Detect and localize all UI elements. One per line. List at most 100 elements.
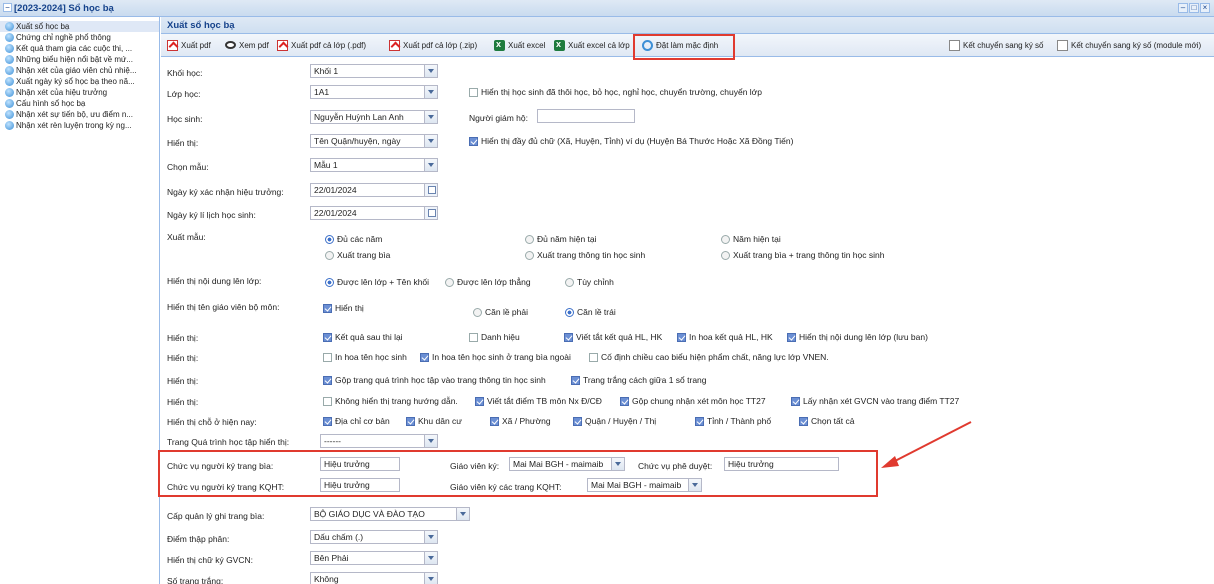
export-excel-class-button[interactable]: Xuất excel cả lớp <box>554 37 630 53</box>
display-select[interactable]: Tên Quận/huyện, ngày <box>310 134 438 148</box>
hide-guide-checkbox[interactable]: Không hiển thị trang hướng dẫn. <box>323 396 458 407</box>
chevron-down-icon[interactable] <box>688 479 701 491</box>
blank-page-checkbox[interactable]: Trang trắng cách giữa 1 sổ trang <box>571 375 707 386</box>
lop-select[interactable]: 1A1 <box>310 85 438 99</box>
addr-residential-checkbox[interactable]: Khu dân cư <box>406 416 462 427</box>
chevron-down-icon[interactable] <box>424 435 437 447</box>
radio-align-left[interactable]: Căn lề trái <box>565 307 616 318</box>
management-level-select[interactable]: BỘ GIÁO DỤC VÀ ĐÀO TẠO <box>310 507 470 521</box>
radio-align-right[interactable]: Căn lề phải <box>473 307 528 318</box>
window-buttons: – □ × <box>1178 3 1210 13</box>
uppercase-cover-name-checkbox[interactable]: In hoa tên học sinh ở trang bìa ngoài <box>420 352 571 363</box>
sidebar-item-ngay-ky[interactable]: Xuất ngày ký sổ học bạ theo nă... <box>0 76 159 87</box>
template-select[interactable]: Mẫu 1 <box>310 158 438 172</box>
student-select[interactable]: Nguyễn Huỳnh Lan Anh <box>310 110 438 124</box>
radio-all-years[interactable]: Đủ các năm <box>325 234 382 245</box>
transfer-sign-new-button[interactable]: Kết chuyển sang ký số (module mới) <box>1057 38 1201 53</box>
radio-promote-grade[interactable]: Được lên lớp + Tên khối <box>325 277 429 288</box>
addr-province-checkbox[interactable]: Tỉnh / Thành phố <box>695 416 771 427</box>
approval-title-input[interactable]: Hiệu trưởng <box>724 457 839 471</box>
radio-promote-direct[interactable]: Được lên lớp thẳng <box>445 277 531 288</box>
calendar-icon[interactable] <box>424 184 437 196</box>
merge-comments-checkbox[interactable]: Gộp chung nhận xét môn học TT27 <box>620 396 766 407</box>
eye-icon <box>225 41 236 49</box>
radio-cover-and-info[interactable]: Xuất trang bìa + trang thông tin học sin… <box>721 250 884 261</box>
radio-current-year[interactable]: Năm hiện tại <box>721 234 781 245</box>
sidebar-item-xuat-so-hoc-ba[interactable]: Xuất sổ học bạ <box>0 21 159 32</box>
chevron-down-icon[interactable] <box>424 573 437 584</box>
chevron-down-icon[interactable] <box>424 65 437 77</box>
chevron-down-icon[interactable] <box>424 86 437 98</box>
chevron-down-icon[interactable] <box>611 458 624 470</box>
chevron-down-icon[interactable] <box>424 159 437 171</box>
gvbm-show-checkbox[interactable]: Hiển thị <box>323 303 364 314</box>
chevron-down-icon[interactable] <box>424 552 437 564</box>
radio-cover[interactable]: Xuất trang bìa <box>325 250 390 261</box>
merge-study-page-checkbox[interactable]: Gộp trang quá trình học tập vào trang th… <box>323 375 546 386</box>
excel-icon <box>494 37 505 52</box>
retest-result-checkbox[interactable]: Kết quả sau thi lại <box>323 332 403 343</box>
decimal-select[interactable]: Dấu chấm (.) <box>310 530 438 544</box>
show-left-students-checkbox[interactable]: Hiển thị học sinh đã thôi học, bỏ học, n… <box>469 87 762 98</box>
cky-label: Hiển thị chữ ký GVCN: <box>167 555 253 565</box>
uppercase-result-checkbox[interactable]: In hoa kết quả HL, HK <box>677 332 773 343</box>
principal-date-field[interactable]: 22/01/2024 <box>310 183 438 197</box>
chevron-down-icon[interactable] <box>424 531 437 543</box>
sidebar-item-bieu-hien[interactable]: Những biểu hiện nổi bật về mứ... <box>0 54 159 65</box>
addr-ward-checkbox[interactable]: Xã / Phường <box>490 416 551 427</box>
khoi-select[interactable]: Khối 1 <box>310 64 438 78</box>
giamho-label: Người giám hộ: <box>469 113 528 123</box>
sidebar-item-nhan-xet-ht[interactable]: Nhận xét của hiệu trưởng <box>0 87 159 98</box>
title-award-checkbox[interactable]: Danh hiệu <box>469 332 520 343</box>
blank-pages-select[interactable]: Không <box>310 572 438 584</box>
show-promotion-content-checkbox[interactable]: Hiển thị nội dung lên lớp (lưu ban) <box>787 332 928 343</box>
sidebar-item-tien-bo[interactable]: Nhận xét sự tiến bộ, ưu điểm n... <box>0 109 159 120</box>
ht1-label: Hiển thị: <box>167 333 199 343</box>
addr-district-checkbox[interactable]: Quận / Huyện / Thị <box>573 416 656 427</box>
export-excel-button[interactable]: Xuất excel <box>494 37 545 53</box>
export-pdf-class-button[interactable]: Xuất pdf cả lớp (.pdf) <box>277 38 366 53</box>
export-pdf-button[interactable]: Xuất pdf <box>167 38 211 53</box>
transfer-sign-button[interactable]: Kết chuyển sang ký số <box>949 38 1044 53</box>
profile-date-field[interactable]: 22/01/2024 <box>310 206 438 220</box>
abbrev-result-checkbox[interactable]: Viết tắt kết quả HL, HK <box>564 332 662 343</box>
sidebar-item-nhan-xet-gvcn[interactable]: Nhận xét của giáo viên chủ nhiệ... <box>0 65 159 76</box>
study-page-select[interactable]: ------ <box>320 434 438 448</box>
addr-basic-checkbox[interactable]: Địa chỉ cơ bản <box>323 416 390 427</box>
chevron-down-icon[interactable] <box>456 508 469 520</box>
guardian-input[interactable] <box>537 109 635 123</box>
sidebar-item-ket-qua-cuoc-thi[interactable]: Kết quả tham gia các cuộc thi, ... <box>0 43 159 54</box>
minimize-icon[interactable]: – <box>1178 3 1188 13</box>
close-icon[interactable]: × <box>1200 3 1210 13</box>
radio-student-info[interactable]: Xuất trang thông tin học sinh <box>525 250 645 261</box>
calendar-icon[interactable] <box>424 207 437 219</box>
kqht-teacher-select[interactable]: Mai Mai BGH - maimaib <box>587 478 702 492</box>
cv-pd-label: Chức vụ phê duyệt: <box>638 461 713 471</box>
maximize-icon[interactable]: □ <box>1189 3 1199 13</box>
cover-signer-title-input[interactable]: Hiệu trưởng <box>320 457 400 471</box>
sidebar-item-ren-luyen[interactable]: Nhận xét rèn luyện trong kỳ ng... <box>0 120 159 131</box>
uppercase-name-checkbox[interactable]: In hoa tên học sinh <box>323 352 407 363</box>
gvky-kq-label: Giáo viên ký các trang KQHT: <box>450 482 562 492</box>
view-pdf-button[interactable]: Xem pdf <box>225 38 269 53</box>
kqht-signer-title-input[interactable]: Hiệu trưởng <box>320 478 400 492</box>
radio-custom[interactable]: Tùy chỉnh <box>565 277 614 288</box>
addr-select-all-checkbox[interactable]: Chọn tất cả <box>799 416 854 427</box>
abbrev-score-checkbox[interactable]: Viết tắt điểm TB môn Nx Đ/CĐ <box>475 396 602 407</box>
sidebar-item-cau-hinh[interactable]: Cấu hình sổ học bạ <box>0 98 159 109</box>
chevron-down-icon[interactable] <box>424 135 437 147</box>
highlight-set-default <box>633 34 735 60</box>
full-address-checkbox[interactable]: Hiển thị đầy đủ chữ (Xã, Huyện, Tỉnh) ví… <box>469 136 793 147</box>
radio-current-full[interactable]: Đủ năm hiện tại <box>525 234 597 245</box>
fixed-height-checkbox[interactable]: Cố định chiều cao biểu hiện phẩm chất, n… <box>589 352 829 363</box>
collapse-icon[interactable]: − <box>3 3 12 12</box>
gvcn-comment-checkbox[interactable]: Lấy nhận xét GVCN vào trang điểm TT27 <box>791 396 959 407</box>
panel-title: Xuất sổ học bạ <box>161 17 1214 34</box>
pdf-icon <box>277 40 288 51</box>
chevron-down-icon[interactable] <box>424 111 437 123</box>
sidebar-item-chung-chi[interactable]: Chứng chỉ nghề phổ thông <box>0 32 159 43</box>
signature-position-select[interactable]: Bên Phải <box>310 551 438 565</box>
export-pdf-zip-button[interactable]: Xuất pdf cả lớp (.zip) <box>389 38 477 53</box>
signing-teacher-select[interactable]: Mai Mai BGH - maimaib <box>509 457 625 471</box>
window-title: [2023-2024] Sổ học bạ <box>14 3 114 14</box>
